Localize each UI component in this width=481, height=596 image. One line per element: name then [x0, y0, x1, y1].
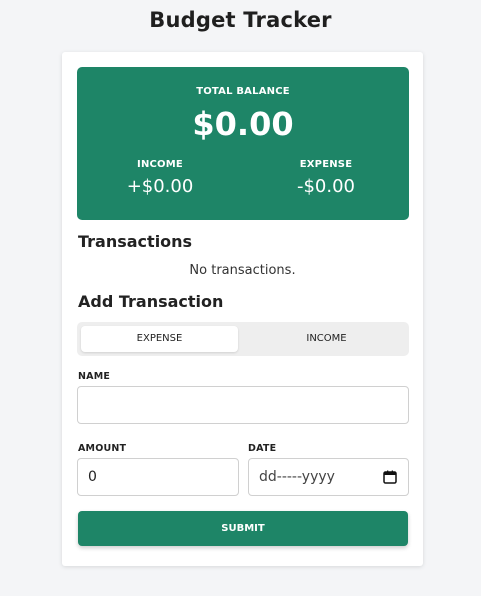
budget-card: TOTAL BALANCE $0.00 INCOME +$0.00 EXPENS… — [62, 52, 423, 566]
date-label: DATE — [248, 443, 277, 454]
income-label: INCOME — [137, 159, 183, 170]
amount-input[interactable]: 0 — [77, 458, 239, 496]
name-input[interactable] — [77, 386, 409, 424]
transactions-title: Transactions — [78, 232, 193, 251]
amount-label: AMOUNT — [78, 443, 127, 454]
expense-toggle-button[interactable]: EXPENSE — [81, 326, 238, 352]
date-placeholder: dd-----yyyy — [259, 469, 335, 485]
add-transaction-title: Add Transaction — [78, 292, 224, 311]
calendar-icon[interactable] — [383, 470, 397, 484]
date-input[interactable]: dd-----yyyy — [248, 458, 409, 496]
income-toggle-button[interactable]: INCOME — [248, 326, 405, 352]
page-title: Budget Tracker — [149, 8, 332, 32]
income-summary: INCOME +$0.00 — [77, 159, 243, 197]
expense-summary: EXPENSE -$0.00 — [243, 159, 409, 197]
transaction-type-toggle: EXPENSE INCOME — [77, 322, 409, 356]
balance-panel: TOTAL BALANCE $0.00 INCOME +$0.00 EXPENS… — [77, 67, 409, 220]
expense-label: EXPENSE — [299, 159, 353, 170]
expense-value: -$0.00 — [296, 176, 356, 197]
name-label: NAME — [78, 371, 111, 382]
empty-transactions-message: No transactions. — [189, 263, 296, 278]
submit-button[interactable]: SUBMIT — [78, 511, 408, 546]
total-balance-value: $0.00 — [192, 105, 294, 143]
total-balance-label: TOTAL BALANCE — [196, 86, 290, 97]
income-value: +$0.00 — [126, 176, 194, 197]
